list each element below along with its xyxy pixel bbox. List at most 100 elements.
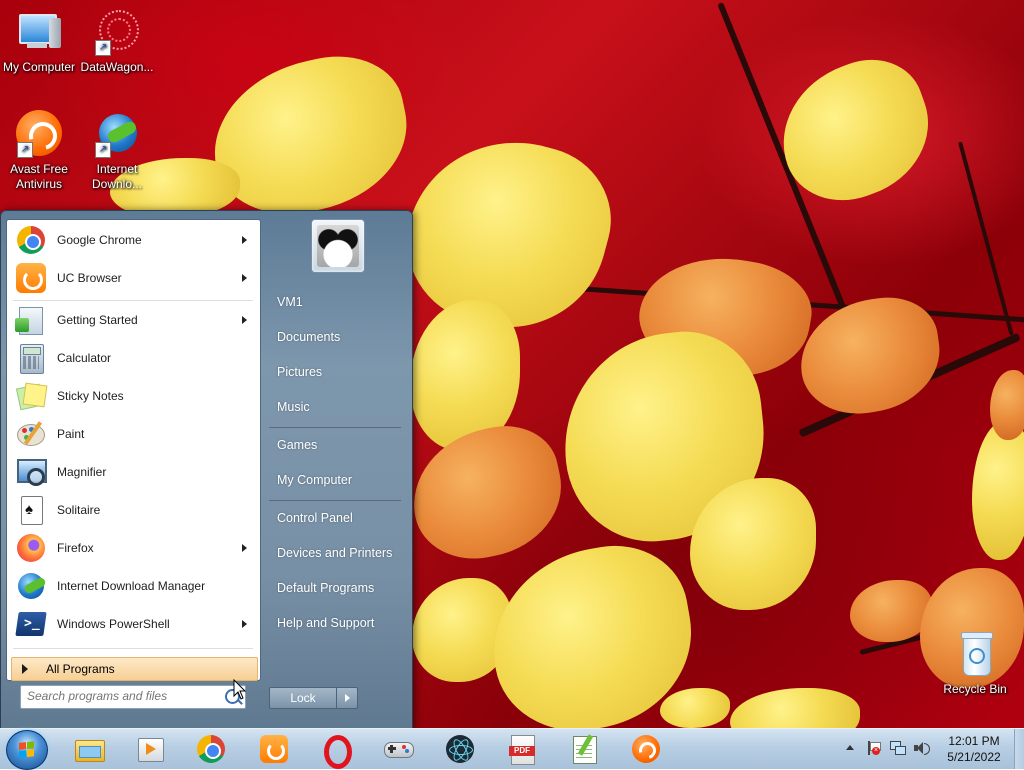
program-item-getting-started[interactable]: Getting Started [10,302,257,338]
program-label: Sticky Notes [57,389,124,403]
program-item-sticky-notes[interactable]: Sticky Notes [10,378,257,414]
desktop-icon-datawagon[interactable]: ↗ DataWagon... [78,8,156,75]
program-item-uc-browser[interactable]: UC Browser [10,260,257,296]
taskbar-opera-button[interactable] [316,731,356,769]
taskbar-pdf-button[interactable]: PDF [502,731,542,767]
getting-started-icon [15,304,47,336]
taskbar-notepad-plus-plus-button[interactable] [564,731,604,767]
clock-time: 12:01 PM [948,734,1000,748]
taskbar: PDF × 12:01 PM 5/21/2022 [0,728,1024,770]
program-label: Windows PowerShell [57,617,170,631]
shutdown-options-arrow-icon[interactable] [336,687,358,709]
paint-icon [15,418,47,450]
place-item-help-and-support[interactable]: Help and Support [269,608,409,638]
all-programs-button[interactable]: All Programs [11,657,258,681]
program-label: Firefox [57,541,94,555]
submenu-arrow-icon[interactable] [242,544,247,552]
desktop-icon-recycle-bin[interactable]: Recycle Bin [936,630,1014,697]
wallpaper-leaf [660,688,730,728]
submenu-arrow-icon[interactable] [242,316,247,324]
action-center-flag-icon[interactable]: × [866,741,881,755]
expand-arrow-icon [22,664,28,674]
all-programs-label: All Programs [46,662,115,676]
desktop-icon-label: Recycle Bin [943,682,1007,696]
desktop-icon-label: Avast Free Antivirus [10,162,68,191]
submenu-arrow-icon[interactable] [242,236,247,244]
place-item-vm1[interactable]: VM1 [269,287,409,317]
place-item-documents[interactable]: Documents [269,322,409,352]
program-item-paint[interactable]: Paint [10,416,257,452]
wallpaper-leaf [400,415,574,571]
program-item-firefox[interactable]: Firefox [10,530,257,566]
program-label: Google Chrome [57,233,142,247]
program-item-internet-download-manager[interactable]: Internet Download Manager [10,568,257,604]
menu-separator [13,300,253,301]
program-item-magnifier[interactable]: Magnifier [10,454,257,490]
uc-browser-icon [259,734,289,764]
start-menu-programs-pane: Google Chrome UC Browser Getting Started [6,219,261,681]
program-item-windows-powershell[interactable]: >_ Windows PowerShell [10,606,257,642]
wallpaper-leaf [762,44,948,218]
place-item-devices-and-printers[interactable]: Devices and Printers [269,538,409,568]
wallpaper-leaf [389,117,627,351]
program-label: Paint [57,427,85,441]
sticky-notes-icon [15,380,48,412]
menu-separator [269,427,401,429]
wallpaper-leaf [730,688,860,728]
search-input[interactable] [21,686,217,706]
uc-browser-icon [15,262,47,294]
system-clock[interactable]: 12:01 PM 5/21/2022 [938,733,1010,765]
avast-icon: ↗ [15,110,63,158]
explorer-icon [74,734,105,764]
pdf-icon: PDF [507,734,537,765]
start-menu-places-pane: VM1 Documents Pictures Music Games My Co… [263,211,411,729]
taskbar-chrome-button[interactable] [191,731,231,767]
show-hidden-icons-button[interactable] [846,745,854,750]
desktop-icon-my-computer[interactable]: My Computer [0,8,78,75]
place-item-control-panel[interactable]: Control Panel [269,503,409,533]
menu-separator [13,648,253,649]
calculator-icon [15,342,47,374]
desktop-icon-label: My Computer [2,60,76,74]
datawagon-icon: ↗ [93,8,141,56]
submenu-arrow-icon[interactable] [242,620,247,628]
program-item-calculator[interactable]: Calculator [10,340,257,376]
start-menu: Google Chrome UC Browser Getting Started [0,210,413,730]
desktop-icon-label: DataWagon... [80,60,154,74]
atom-icon [445,734,475,764]
submenu-arrow-icon[interactable] [242,274,247,282]
program-label: Solitaire [57,503,101,517]
search-box[interactable] [20,685,246,709]
program-label: UC Browser [57,271,122,285]
program-label: Calculator [57,351,112,365]
user-account-picture[interactable] [311,219,365,273]
desktop-icon-label: Internet Downlo... [91,162,143,191]
chrome-icon [15,224,47,256]
desktop-icon-avast[interactable]: ↗ Avast Free Antivirus [0,110,78,192]
program-label: Internet Download Manager [57,579,206,593]
start-button[interactable] [6,730,48,770]
place-item-my-computer[interactable]: My Computer [269,465,409,495]
taskbar-game-controller-button[interactable] [378,731,418,767]
place-item-music[interactable]: Music [269,392,409,422]
taskbar-avast-button[interactable] [626,731,666,767]
place-item-default-programs[interactable]: Default Programs [269,573,409,603]
place-item-pictures[interactable]: Pictures [269,357,409,387]
network-icon[interactable] [890,741,906,755]
menu-separator [269,500,401,502]
taskbar-atom-button[interactable] [440,731,480,767]
program-item-google-chrome[interactable]: Google Chrome [10,222,257,258]
shortcut-arrow-icon: ↗ [95,142,111,158]
program-item-solitaire[interactable]: ♠ Solitaire [10,492,257,528]
wallpaper-leaf [972,420,1024,560]
show-desktop-button[interactable] [1014,729,1024,769]
taskbar-media-player-button[interactable] [130,731,170,767]
windows-logo-icon [19,741,35,759]
lock-button[interactable]: Lock [269,687,337,709]
desktop-icon-internet-download[interactable]: ↗ Internet Downlo... [78,110,156,192]
mouse-cursor-icon [233,679,247,700]
taskbar-explorer-button[interactable] [69,731,109,767]
taskbar-uc-browser-button[interactable] [254,731,294,767]
volume-icon[interactable] [914,741,930,755]
place-item-games[interactable]: Games [269,430,409,460]
